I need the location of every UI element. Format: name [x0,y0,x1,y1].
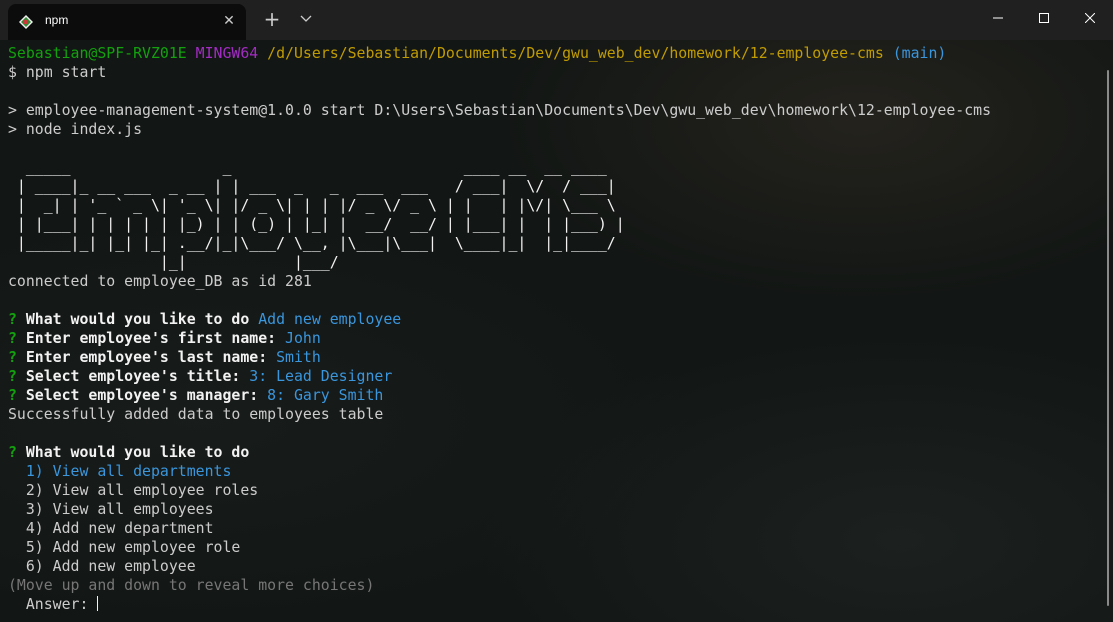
prompt-user-host: Sebastian@SPF-RVZ01E [8,44,187,62]
prompt-branch: (main) [892,44,947,62]
qa-line: ? Enter employee's last name: Smith [8,348,321,367]
qa-line: ? Enter employee's first name: John [8,329,321,348]
scrollbar[interactable] [1107,70,1109,606]
tab-title: npm [45,13,69,27]
npm-tab-icon [19,15,33,29]
current-question-line: ? What would you like to do [8,443,249,462]
choice-label: 6) Add new employee [25,557,196,575]
shell-prompt: Sebastian@SPF-RVZ01E MINGW64 /d/Users/Se… [8,44,946,63]
success-line: Successfully added data to employees tab… [8,405,384,423]
chevron-down-icon[interactable] [296,8,316,30]
question-mark: ? [8,329,17,347]
answer-text: 3: Lead Designer [249,367,393,385]
prompt-path: /d/Users/Sebastian/Documents/Dev/gwu_web… [267,44,884,62]
answer-text: John [285,329,321,347]
question-text: Select employee's manager: [25,386,259,404]
choice-label: 3) View all employees [25,500,214,518]
question-mark: ? [8,367,17,385]
prompt-shell: MINGW64 [195,44,259,62]
choice-item[interactable]: 5) Add new employee role [8,538,240,557]
qa-line: ? Select employee's title: 3: Lead Desig… [8,367,392,386]
ascii-banner: _____ _ ____ __ __ ____ | ____|_ __ ___ … [16,158,625,271]
minimize-icon [993,17,1003,19]
choice-label: 5) Add new employee role [25,538,241,556]
question-text: What would you like to do [25,310,250,328]
terminal-output[interactable]: Sebastian@SPF-RVZ01E MINGW64 /d/Users/Se… [8,42,1104,622]
choice-item-selected[interactable]: 1) View all departments [8,462,232,481]
npm-script-line: > employee-management-system@1.0.0 start… [8,101,992,119]
question-text: Enter employee's last name: [25,348,268,366]
close-icon [1085,13,1095,23]
qa-line: ? Select employee's manager: 8: Gary Smi… [8,386,383,405]
node-line: > node index.js [8,120,143,138]
choice-item[interactable]: 3) View all employees [8,500,214,519]
maximize-button[interactable] [1021,0,1067,36]
choice-item[interactable]: 6) Add new employee [8,557,196,576]
choice-label: 2) View all employee roles [25,481,259,499]
answer-text: 8: Gary Smith [267,386,384,404]
tab-npm[interactable]: npm ✕ [8,4,246,40]
question-mark: ? [8,386,17,404]
choice-label: 4) Add new department [25,519,214,537]
question-text: Select employee's title: [25,367,241,385]
new-tab-plus-icon[interactable]: + [259,6,285,32]
question-mark: ? [8,310,17,328]
choice-label: 1) View all departments [25,462,232,480]
question-text: Enter employee's first name: [25,329,277,347]
question-mark: ? [8,348,17,366]
tab-close-icon[interactable]: ✕ [220,12,238,30]
answer-text: Smith [276,348,321,366]
terminal-window: npm ✕ + Sebastian@SPF-RVZ01E MINGW64 /d/… [0,0,1113,622]
answer-input-line[interactable]: Answer: [8,595,99,614]
text-cursor [97,596,99,611]
maximize-icon [1039,13,1049,23]
choice-item[interactable]: 4) Add new department [8,519,214,538]
minimize-button[interactable] [975,0,1021,36]
question-mark: ? [8,443,17,461]
answer-text: Add new employee [258,310,402,328]
command-line: $ npm start [8,63,107,81]
close-window-button[interactable] [1067,0,1113,36]
title-bar: npm ✕ + [0,0,1113,40]
answer-label: Answer: [8,595,98,613]
question-text: What would you like to do [25,443,250,461]
choices-hint: (Move up and down to reveal more choices… [8,576,375,594]
connected-line: connected to employee_DB as id 281 [8,272,312,290]
qa-line: ? What would you like to do Add new empl… [8,310,401,329]
choice-item[interactable]: 2) View all employee roles [8,481,258,500]
